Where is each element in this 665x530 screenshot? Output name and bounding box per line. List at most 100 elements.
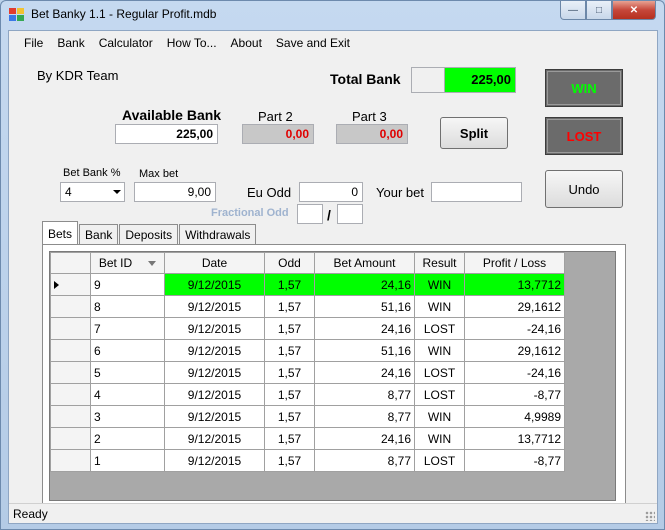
cell-odd[interactable]: 1,57: [264, 361, 315, 384]
cell-bet-amount[interactable]: 51,16: [314, 295, 415, 318]
split-button[interactable]: Split: [440, 117, 508, 149]
table-row[interactable]: 6 9/12/2015 1,57 51,16 WIN 29,1612: [50, 339, 565, 362]
minimize-icon[interactable]: —: [560, 1, 586, 20]
cell-bet-amount[interactable]: 8,77: [314, 383, 415, 406]
cell-bet-amount[interactable]: 24,16: [314, 317, 415, 340]
maximize-icon[interactable]: □: [586, 1, 612, 20]
column-header-date[interactable]: Date: [164, 252, 265, 274]
cell-profit-loss[interactable]: -24,16: [464, 361, 565, 384]
cell-result[interactable]: LOST: [414, 383, 465, 406]
cell-bet-id[interactable]: 2: [90, 427, 165, 450]
cell-date[interactable]: 9/12/2015: [164, 273, 265, 296]
cell-odd[interactable]: 1,57: [264, 339, 315, 362]
your-bet-input[interactable]: [431, 182, 522, 202]
table-row[interactable]: 7 9/12/2015 1,57 24,16 LOST -24,16: [50, 317, 565, 340]
column-header-bet-id[interactable]: Bet ID: [90, 252, 165, 274]
cell-odd[interactable]: 1,57: [264, 383, 315, 406]
cell-profit-loss[interactable]: 29,1612: [464, 295, 565, 318]
table-row[interactable]: 2 9/12/2015 1,57 24,16 WIN 13,7712: [50, 427, 565, 450]
cell-odd[interactable]: 1,57: [264, 405, 315, 428]
cell-bet-id[interactable]: 4: [90, 383, 165, 406]
menu-how-to[interactable]: How To...: [160, 31, 224, 55]
row-header[interactable]: [50, 317, 91, 340]
cell-result[interactable]: WIN: [414, 427, 465, 450]
cell-result[interactable]: WIN: [414, 405, 465, 428]
menu-calculator[interactable]: Calculator: [92, 31, 160, 55]
cell-profit-loss[interactable]: -8,77: [464, 449, 565, 472]
row-header[interactable]: [50, 339, 91, 362]
column-header-odd[interactable]: Odd: [264, 252, 315, 274]
row-header[interactable]: [50, 361, 91, 384]
cell-result[interactable]: WIN: [414, 273, 465, 296]
row-header[interactable]: [50, 427, 91, 450]
cell-profit-loss[interactable]: 4,9989: [464, 405, 565, 428]
cell-odd[interactable]: 1,57: [264, 427, 315, 450]
bet-bank-pct-select[interactable]: 4: [60, 182, 125, 202]
cell-bet-amount[interactable]: 8,77: [314, 405, 415, 428]
win-button[interactable]: WIN: [545, 69, 623, 107]
cell-bet-id[interactable]: 6: [90, 339, 165, 362]
cell-bet-id[interactable]: 7: [90, 317, 165, 340]
row-header[interactable]: [50, 383, 91, 406]
resize-grip-icon[interactable]: [645, 511, 655, 521]
table-row[interactable]: 1 9/12/2015 1,57 8,77 LOST -8,77: [50, 449, 565, 472]
lost-button[interactable]: LOST: [545, 117, 623, 155]
undo-button[interactable]: Undo: [545, 170, 623, 208]
cell-date[interactable]: 9/12/2015: [164, 383, 265, 406]
tab-deposits[interactable]: Deposits: [119, 224, 179, 244]
cell-profit-loss[interactable]: 29,1612: [464, 339, 565, 362]
tab-bank[interactable]: Bank: [79, 224, 119, 244]
cell-bet-amount[interactable]: 51,16: [314, 339, 415, 362]
cell-date[interactable]: 9/12/2015: [164, 339, 265, 362]
table-row[interactable]: 9 9/12/2015 1,57 24,16 WIN 13,7712: [50, 273, 565, 296]
title-bar[interactable]: Bet Banky 1.1 - Regular Profit.mdb — □ ✕: [1, 1, 664, 29]
row-header[interactable]: [50, 449, 91, 472]
cell-odd[interactable]: 1,57: [264, 449, 315, 472]
cell-profit-loss[interactable]: 13,7712: [464, 427, 565, 450]
cell-bet-amount[interactable]: 8,77: [314, 449, 415, 472]
cell-bet-id[interactable]: 3: [90, 405, 165, 428]
column-header-bet-amount[interactable]: Bet Amount: [314, 252, 415, 274]
cell-date[interactable]: 9/12/2015: [164, 295, 265, 318]
cell-bet-id[interactable]: 1: [90, 449, 165, 472]
menu-file[interactable]: File: [17, 31, 50, 55]
cell-date[interactable]: 9/12/2015: [164, 449, 265, 472]
row-header[interactable]: [50, 405, 91, 428]
cell-odd[interactable]: 1,57: [264, 295, 315, 318]
cell-result[interactable]: WIN: [414, 339, 465, 362]
cell-odd[interactable]: 1,57: [264, 317, 315, 340]
menu-bank[interactable]: Bank: [50, 31, 91, 55]
tab-withdrawals[interactable]: Withdrawals: [179, 224, 257, 244]
cell-bet-id[interactable]: 5: [90, 361, 165, 384]
menu-save-and-exit[interactable]: Save and Exit: [269, 31, 357, 55]
row-header[interactable]: [50, 273, 91, 296]
cell-profit-loss[interactable]: -8,77: [464, 383, 565, 406]
cell-date[interactable]: 9/12/2015: [164, 361, 265, 384]
tab-bets[interactable]: Bets: [42, 221, 79, 244]
table-row[interactable]: 4 9/12/2015 1,57 8,77 LOST -8,77: [50, 383, 565, 406]
column-header-profit-loss[interactable]: Profit / Loss: [464, 252, 565, 274]
cell-bet-id[interactable]: 9: [90, 273, 165, 296]
close-icon[interactable]: ✕: [612, 1, 656, 20]
cell-bet-amount[interactable]: 24,16: [314, 427, 415, 450]
cell-profit-loss[interactable]: -24,16: [464, 317, 565, 340]
cell-bet-amount[interactable]: 24,16: [314, 361, 415, 384]
cell-bet-amount[interactable]: 24,16: [314, 273, 415, 296]
cell-date[interactable]: 9/12/2015: [164, 405, 265, 428]
cell-date[interactable]: 9/12/2015: [164, 427, 265, 450]
row-header[interactable]: [50, 295, 91, 318]
cell-profit-loss[interactable]: 13,7712: [464, 273, 565, 296]
cell-result[interactable]: LOST: [414, 449, 465, 472]
cell-odd[interactable]: 1,57: [264, 273, 315, 296]
cell-bet-id[interactable]: 8: [90, 295, 165, 318]
menu-about[interactable]: About: [224, 31, 269, 55]
cell-result[interactable]: WIN: [414, 295, 465, 318]
fractional-odd-denominator[interactable]: [337, 204, 363, 224]
cell-result[interactable]: LOST: [414, 361, 465, 384]
cell-result[interactable]: LOST: [414, 317, 465, 340]
eu-odd-input[interactable]: 0: [299, 182, 363, 202]
cell-date[interactable]: 9/12/2015: [164, 317, 265, 340]
table-row[interactable]: 3 9/12/2015 1,57 8,77 WIN 4,9989: [50, 405, 565, 428]
table-row[interactable]: 5 9/12/2015 1,57 24,16 LOST -24,16: [50, 361, 565, 384]
column-header-result[interactable]: Result: [414, 252, 465, 274]
